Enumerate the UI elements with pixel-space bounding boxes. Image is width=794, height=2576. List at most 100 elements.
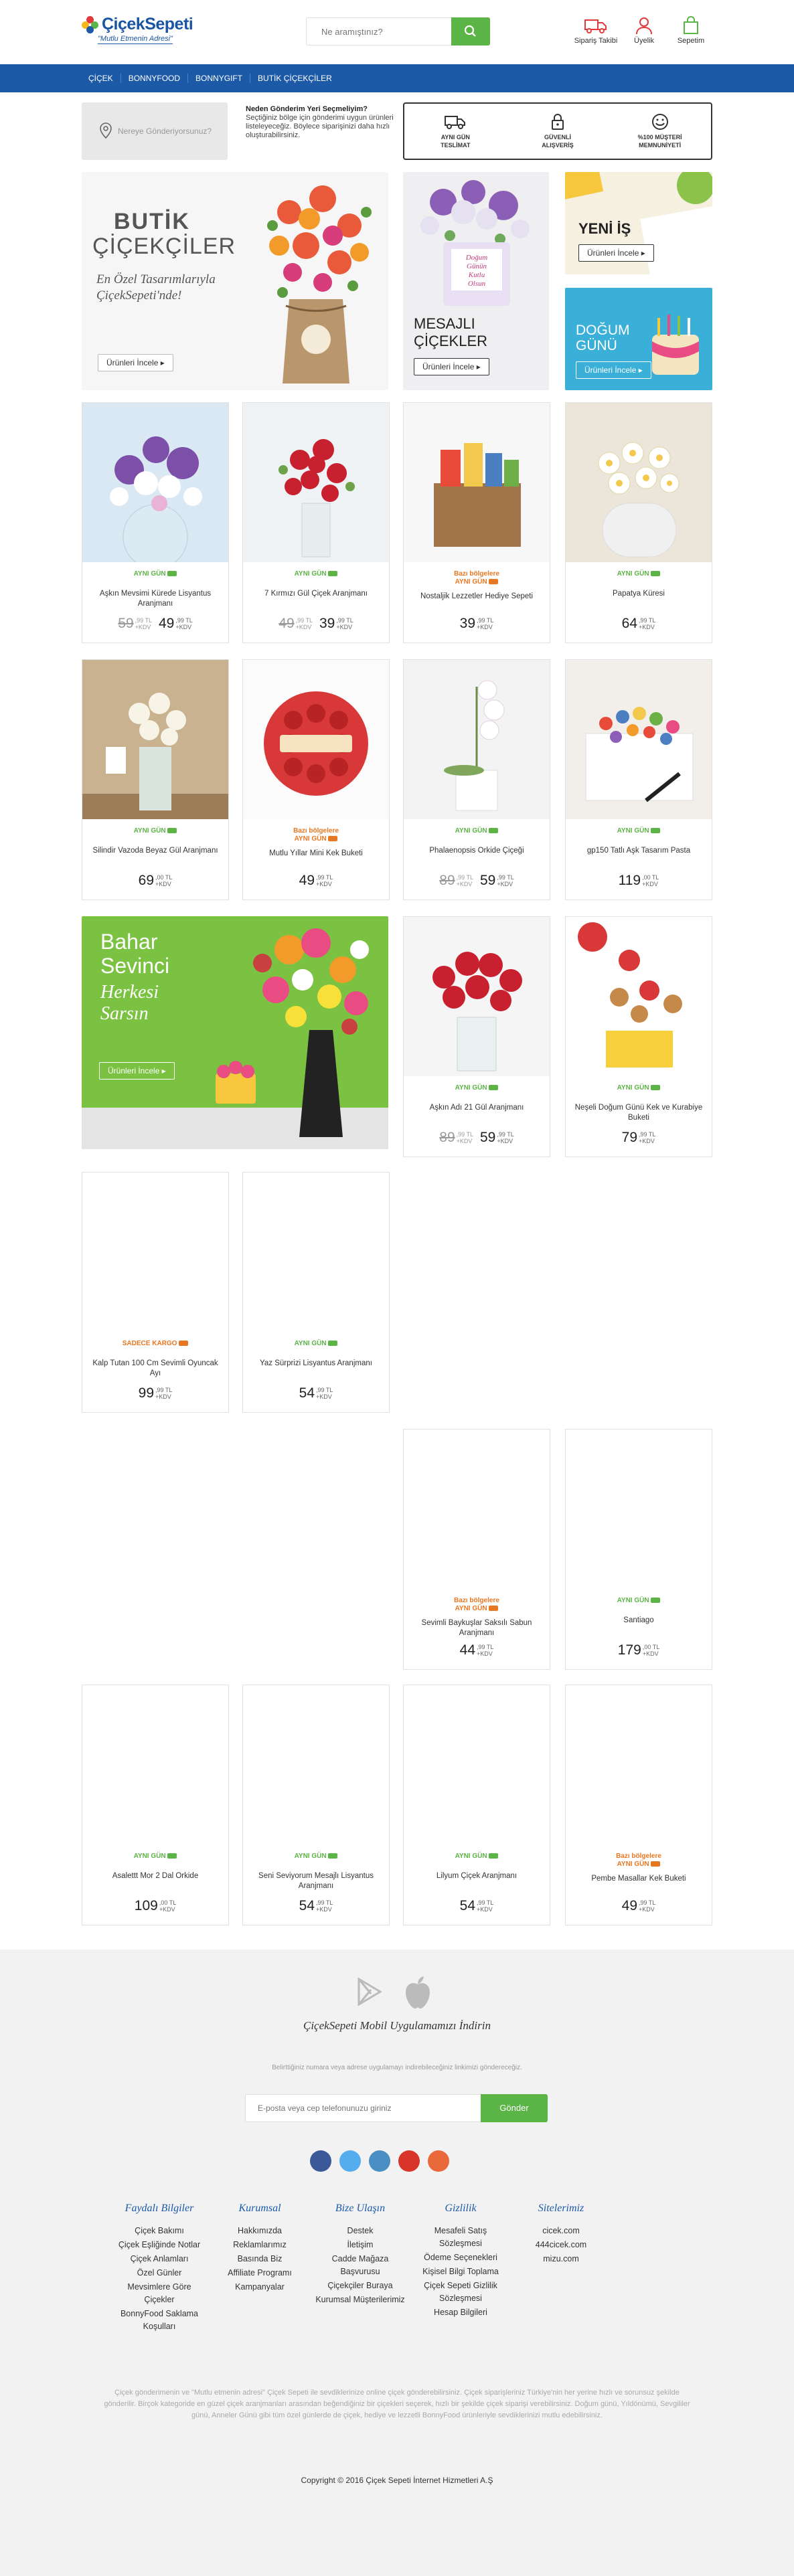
product-image[interactable] — [566, 403, 712, 562]
product-name[interactable]: Mutlu Yıllar Mini Kek Buketi — [250, 849, 382, 859]
footer-link[interactable]: Kampanyalar — [213, 2281, 307, 2294]
product-name[interactable]: Asalettt Mor 2 Dal Orkide — [89, 1871, 222, 1881]
send-button[interactable]: Gönder — [481, 2094, 548, 2122]
product-name[interactable]: Seni Seviyorum Mesajlı Lisyantus Aranjma… — [250, 1871, 382, 1891]
product-card[interactable]: AYNI GÜN gp150 Tatlı Aşk Tasarım Pasta 11… — [565, 659, 712, 900]
twitter-icon[interactable] — [339, 2150, 361, 2172]
product-card[interactable]: AYNI GÜN Neşeli Doğum Günü Kek ve Kurabi… — [565, 916, 712, 1157]
product-card[interactable]: AYNI GÜN Santiago 179,00 TL +KDV — [565, 1429, 712, 1670]
product-name[interactable]: Pembe Masallar Kek Buketi — [572, 1874, 705, 1884]
product-name[interactable]: Silindir Vazoda Beyaz Gül Aranjmanı — [89, 846, 222, 856]
product-name[interactable]: Papatya Küresi — [572, 589, 705, 599]
product-image[interactable] — [82, 660, 228, 819]
product-image[interactable] — [566, 917, 712, 1076]
footer-link[interactable]: Çiçek Anlamları — [112, 2253, 206, 2265]
product-name[interactable]: gp150 Tatlı Aşk Tasarım Pasta — [572, 846, 705, 856]
product-card[interactable]: Bazı bölgelere AYNI GÜN Mutlu Yıllar Mini… — [242, 659, 390, 900]
logo[interactable]: ÇiçekSepeti "Mutlu Etmenin Adresi" — [82, 12, 195, 50]
product-name[interactable]: Aşkın Adı 21 Gül Aranjmanı — [410, 1103, 543, 1113]
banner-cta-button[interactable]: Ürünleri İncele ▸ — [99, 1062, 175, 1080]
product-image[interactable] — [82, 403, 228, 562]
footer-link[interactable]: cicek.com — [514, 2225, 608, 2237]
product-name[interactable]: Sevimli Baykuşlar Saksılı Sabun Aranjman… — [410, 1618, 543, 1638]
product-card[interactable]: AYNI GÜN Aşkın Mevsimi Kürede Lisyantus … — [82, 402, 229, 643]
footer-link[interactable]: Destek — [313, 2225, 407, 2237]
banner-cta-button[interactable]: Ürünleri İncele ▸ — [98, 354, 173, 371]
footer-link[interactable]: Kurumsal Müşterilerimiz — [313, 2294, 407, 2306]
banner-cta-button[interactable]: Ürünleri İncele ▸ — [576, 361, 651, 379]
product-card[interactable]: AYNI GÜN Silindir Vazoda Beyaz Gül Aranj… — [82, 659, 229, 900]
phone-input[interactable] — [246, 2095, 473, 2122]
banner-yeni-is[interactable]: YENİ İŞ Ürünleri İncele ▸ — [565, 172, 712, 274]
youtube-icon[interactable] — [398, 2150, 420, 2172]
product-name[interactable]: Phalaenopsis Orkide Çiçeği — [410, 846, 543, 856]
product-card[interactable]: AYNI GÜN Aşkın Adı 21 Gül Aranjmanı 89,99… — [403, 916, 550, 1157]
footer-link[interactable]: Ödeme Seçenekleri — [414, 2251, 507, 2264]
footer-link[interactable]: İletişim — [313, 2239, 407, 2251]
footer-link[interactable]: Çiçek Eşliğinde Notlar — [112, 2239, 206, 2251]
footer-link[interactable]: Mesafeli Satış Sözleşmesi — [414, 2225, 507, 2250]
account-link[interactable]: Üyelik — [627, 16, 661, 45]
banner-bahar-sevinci[interactable]: Bahar Sevinci Herkesi Sarsın Ürünleri İn… — [82, 916, 388, 1149]
banner-cta-button[interactable]: Ürünleri İncele ▸ — [578, 244, 654, 262]
product-card[interactable]: AYNI GÜN 7 Kırmızı Gül Çiçek Aranjmanı 49… — [242, 402, 390, 643]
product-name[interactable]: 7 Kırmızı Gül Çiçek Aranjmanı — [250, 589, 382, 599]
product-name[interactable]: Yaz Sürprizi Lisyantus Aranjmanı — [250, 1359, 382, 1369]
product-card[interactable]: Bazı bölgelere AYNI GÜN Pembe Masallar Ke… — [565, 1685, 712, 1925]
search-button[interactable] — [451, 17, 490, 46]
product-image[interactable] — [243, 403, 389, 562]
footer-link[interactable]: Cadde Mağaza Başvurusu — [313, 2253, 407, 2278]
product-image[interactable] — [82, 1173, 228, 1332]
product-card[interactable]: AYNI GÜN Papatya Küresi 64,99 TL +KDV — [565, 402, 712, 643]
product-image[interactable] — [404, 660, 550, 819]
cart-link[interactable]: Sepetim — [671, 16, 711, 45]
product-image[interactable] — [404, 917, 550, 1076]
product-card[interactable]: Bazı bölgelere AYNI GÜN Sevimli Baykuşlar… — [403, 1429, 550, 1670]
product-name[interactable]: Aşkın Mevsimi Kürede Lisyantus Aranjmanı — [89, 589, 222, 609]
product-name[interactable]: Santiago — [572, 1616, 705, 1626]
footer-link[interactable]: BonnyFood Saklama Koşulları — [112, 2308, 206, 2333]
nav-item-butik-cicekciler[interactable]: BUTİK ÇİÇEKÇİLER — [250, 74, 339, 83]
location-picker[interactable]: Nereye Gönderiyorsunuz? — [82, 102, 228, 160]
product-image[interactable] — [566, 660, 712, 819]
product-card[interactable]: Bazı bölgelere AYNI GÜN Nostaljik Lezzetl… — [403, 402, 550, 643]
footer-link[interactable]: Basında Biz — [213, 2253, 307, 2265]
footer-link[interactable]: Affiliate Programı — [213, 2267, 307, 2280]
product-name[interactable]: Neşeli Doğum Günü Kek ve Kurabiye Buketi — [572, 1103, 705, 1123]
banner-mesajli-cicekler[interactable]: Doğum Günün Kutlu Olsun MESAJLI ÇİÇEKLER… — [403, 172, 549, 390]
product-image[interactable] — [243, 1685, 389, 1844]
footer-link[interactable]: Çiçek Sepeti Gizlilik Sözleşmesi — [414, 2280, 507, 2305]
footer-link[interactable]: Mevsimlere Göre Çiçekler — [112, 2281, 206, 2306]
product-card[interactable]: AYNI GÜN Asalettt Mor 2 Dal Orkide 109,00… — [82, 1685, 229, 1925]
footer-link[interactable]: Kişisel Bilgi Toplama — [414, 2265, 507, 2278]
search-input[interactable] — [307, 18, 451, 45]
footer-link[interactable]: Reklamlarımız — [213, 2239, 307, 2251]
instagram-icon[interactable] — [369, 2150, 390, 2172]
product-card[interactable]: AYNI GÜN Phalaenopsis Orkide Çiçeği 89,99… — [403, 659, 550, 900]
banner-dogum-gunu[interactable]: DOĞUM GÜNÜ Ürünleri İncele ▸ — [565, 288, 712, 390]
footer-link[interactable]: Çiçek Bakımı — [112, 2225, 206, 2237]
product-image[interactable] — [566, 1685, 712, 1844]
footer-link[interactable]: mizu.com — [514, 2253, 608, 2265]
product-name[interactable]: Lilyum Çiçek Aranjmanı — [410, 1871, 543, 1881]
banner-cta-button[interactable]: Ürünleri İncele ▸ — [414, 358, 489, 375]
footer-link[interactable]: Hakkımızda — [213, 2225, 307, 2237]
facebook-icon[interactable] — [310, 2150, 331, 2172]
product-name[interactable]: Kalp Tutan 100 Cm Sevimli Oyuncak Ayı — [89, 1359, 222, 1379]
footer-link[interactable]: Özel Günler — [112, 2267, 206, 2280]
product-image[interactable] — [243, 660, 389, 819]
nav-item-bonnygift[interactable]: BONNYGIFT — [188, 74, 251, 83]
product-card[interactable]: AYNI GÜN Yaz Sürprizi Lisyantus Aranjman… — [242, 1172, 390, 1413]
footer-link[interactable]: Çiçekçiler Buraya — [313, 2280, 407, 2292]
order-tracking-link[interactable]: Sipariş Takibi — [570, 16, 621, 45]
product-card[interactable]: AYNI GÜN Lilyum Çiçek Aranjmanı 54,99 TL +… — [403, 1685, 550, 1925]
product-card[interactable]: SADECE KARGO Kalp Tutan 100 Cm Sevimli O… — [82, 1172, 229, 1413]
footer-link[interactable]: 444cicek.com — [514, 2239, 608, 2251]
nav-item-bonnyfood[interactable]: BONNYFOOD — [121, 74, 189, 83]
product-image[interactable] — [404, 403, 550, 562]
product-image[interactable] — [82, 1685, 228, 1844]
product-card[interactable]: AYNI GÜN Seni Seviyorum Mesajlı Lisyantu… — [242, 1685, 390, 1925]
blog-icon[interactable] — [428, 2150, 449, 2172]
banner-butik-cicekciler[interactable]: BUTİK ÇİÇEKÇİLER En Özel Tasarımlarıyla … — [82, 172, 388, 390]
footer-link[interactable]: Hesap Bilgileri — [414, 2306, 507, 2319]
